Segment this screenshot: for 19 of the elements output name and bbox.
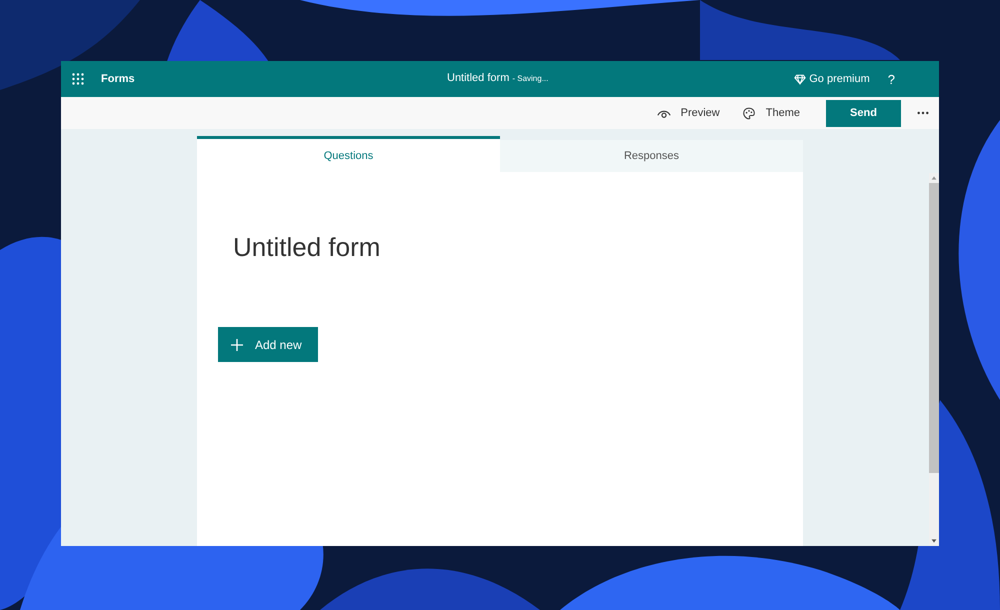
palette-icon [742, 106, 756, 120]
more-icon[interactable] [917, 111, 929, 115]
app-launcher-icon[interactable] [72, 73, 84, 85]
send-button[interactable]: Send [826, 100, 901, 126]
diamond-icon [794, 74, 806, 84]
save-status: - Saving... [512, 74, 548, 83]
tab[interactable]: Questions [197, 136, 500, 172]
tab[interactable]: Responses [500, 140, 803, 172]
theme-button[interactable]: Theme [738, 106, 804, 120]
plus-icon [231, 338, 243, 350]
help-button[interactable]: ? [888, 72, 895, 86]
add-new-button[interactable]: Add new [218, 327, 318, 362]
scroll-down-icon[interactable] [930, 538, 938, 544]
document-title: Untitled form [447, 72, 510, 84]
preview-button[interactable]: Preview [652, 106, 724, 120]
scrollbar[interactable] [929, 173, 939, 546]
app-name: Forms [101, 73, 135, 85]
go-premium-button[interactable]: Go premium [794, 73, 870, 85]
form-title: Untitled form [233, 232, 382, 263]
